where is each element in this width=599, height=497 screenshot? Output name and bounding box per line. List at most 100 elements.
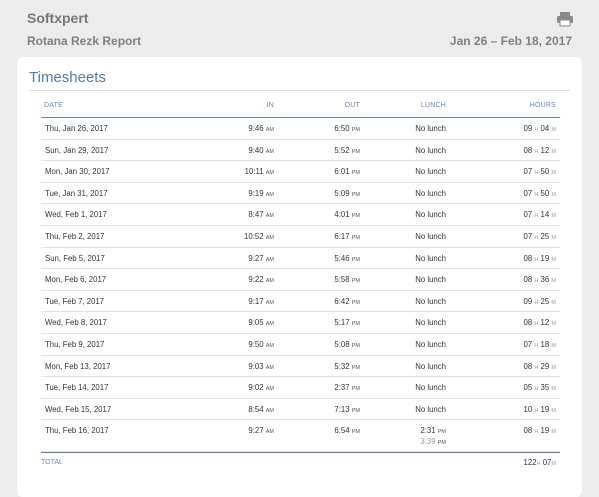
in-cell: 9:17 AM <box>248 297 274 306</box>
lunch-value: No lunch <box>415 275 446 285</box>
in-period: AM <box>265 148 274 155</box>
hours-value: 08 <box>523 318 533 328</box>
minutes-value: 14 <box>540 210 550 220</box>
lunch-cell: No lunch <box>415 340 446 349</box>
hours-cell: 08 H 12 M <box>524 146 556 155</box>
hours-value: 08 <box>523 426 533 436</box>
report-title: Rotana Rezk Report <box>27 34 142 48</box>
table-row: Tue, Feb 14, 2017 9:02 AM 2:37 PM No lunch 0… <box>41 377 560 399</box>
in-cell: 8:47 AM <box>248 210 274 219</box>
table-row: Tue, Feb 7, 2017 9:17 AM 6:42 PM No lunch 09… <box>41 291 560 313</box>
in-period: AM <box>265 256 274 263</box>
timesheet-rows: Thu, Jan 26, 2017 9:46 AM 6:50 PM No lunch 0… <box>41 118 560 453</box>
printer-icon[interactable] <box>556 11 574 27</box>
in-cell: 9:19 AM <box>248 189 274 198</box>
hours-unit: H <box>534 429 539 436</box>
table-row: Wed, Feb 15, 2017 8:54 AM 7:13 PM No lunch 1… <box>41 399 560 421</box>
in-cell: 9:46 AM <box>248 124 274 133</box>
in-cell: 9:03 AM <box>248 362 274 371</box>
hours-unit: H <box>534 148 539 155</box>
minutes-value: 35 <box>540 383 550 393</box>
hours-unit: H <box>534 407 539 414</box>
hours-value: 09 <box>523 296 533 306</box>
hours-unit: H <box>534 234 539 241</box>
minutes-value: 36 <box>540 275 550 285</box>
in-cell: 10:11 AM <box>245 167 274 176</box>
in-period: AM <box>265 364 274 371</box>
date-cell: Mon, Feb 6, 2017 <box>45 275 107 285</box>
date-cell: Tue, Jan 31, 2017 <box>45 188 108 198</box>
title-divider <box>29 90 570 91</box>
in-time: 9:27 <box>248 426 264 436</box>
in-cell: 9:22 AM <box>248 275 274 284</box>
hours-cell: 09 H 25 M <box>524 297 556 306</box>
total-label: TOTAL <box>41 459 63 466</box>
hours-value: 08 <box>523 253 533 263</box>
out-cell: 5:58 PM <box>334 275 360 284</box>
in-time: 9:03 <box>248 361 264 371</box>
minutes-unit: M <box>551 213 556 220</box>
out-time: 5:32 <box>334 361 350 371</box>
minutes-unit: M <box>551 234 556 241</box>
hours-cell: 07 H 50 M <box>524 189 556 198</box>
hours-value: 08 <box>523 145 533 155</box>
out-period: PM <box>351 386 360 393</box>
out-period: PM <box>351 191 360 198</box>
in-period: AM <box>265 407 274 414</box>
in-time: 9:17 <box>248 296 264 306</box>
lunch-value: No lunch <box>415 167 446 177</box>
hours-value: 09 <box>523 124 533 133</box>
lunch-value: No lunch <box>415 404 446 414</box>
in-cell: 9:27 AM <box>248 426 274 435</box>
lunch-period: PM <box>437 429 446 436</box>
in-cell: 9:05 AM <box>248 318 274 327</box>
date-cell: Thu, Feb 9, 2017 <box>45 339 105 349</box>
date-cell: Wed, Feb 8, 2017 <box>45 318 107 328</box>
hours-value: 08 <box>523 275 533 285</box>
table-row: Sun, Jan 29, 2017 9:40 AM 5:52 PM No lunch 0… <box>41 140 560 162</box>
date-cell: Tue, Feb 14, 2017 <box>45 383 109 393</box>
out-cell: 5:32 PM <box>334 362 360 371</box>
out-time: 5:52 <box>334 145 350 155</box>
hours-value: 08 <box>523 361 533 371</box>
date-cell: Wed, Feb 15, 2017 <box>45 404 112 414</box>
in-period: AM <box>265 191 274 198</box>
out-period: PM <box>351 127 360 133</box>
lunch-cell: No lunch <box>415 362 446 371</box>
minutes-value: 12 <box>540 318 550 328</box>
in-time: 9:05 <box>248 318 264 328</box>
hours-value: 07 <box>523 231 533 241</box>
minutes-unit: M <box>551 429 556 436</box>
hours-cell: 07 H 25 M <box>524 232 556 241</box>
lunch-value: No lunch <box>415 145 446 155</box>
date-cell: Sun, Feb 5, 2017 <box>45 253 105 263</box>
out-cell: 6:17 PM <box>334 232 360 241</box>
timesheets-card: Timesheets DATE IN OUT LUNCH HOURS Thu, … <box>17 57 582 497</box>
minutes-value: 18 <box>540 339 550 349</box>
out-time: 5:58 <box>334 275 350 285</box>
minutes-value: 25 <box>540 296 550 306</box>
minutes-unit: M <box>551 191 556 198</box>
lunch-value: 2:31 <box>420 426 436 436</box>
lunch-value: No lunch <box>415 124 446 133</box>
column-header-in: IN <box>266 102 274 109</box>
out-period: PM <box>351 256 360 263</box>
table-row: Sun, Feb 5, 2017 9:27 AM 5:46 PM No lunch 08… <box>41 248 560 270</box>
in-period: AM <box>265 386 274 393</box>
lunch-cell: No lunch <box>415 124 446 133</box>
out-cell: 7:13 PM <box>334 405 360 414</box>
lunch-cell: No lunch <box>415 405 446 414</box>
out-cell: 5:52 PM <box>334 146 360 155</box>
total-hours-value: 122 <box>523 458 537 467</box>
out-cell: 2:37 PM <box>334 383 360 392</box>
in-period: AM <box>265 429 274 436</box>
minutes-unit: M <box>551 256 556 263</box>
out-time: 4:01 <box>334 210 350 220</box>
minutes-unit: M <box>551 364 556 371</box>
in-cell: 9:27 AM <box>248 254 274 263</box>
out-period: PM <box>351 170 360 177</box>
out-period: PM <box>351 429 360 436</box>
out-period: PM <box>351 342 360 349</box>
table-row: Thu, Jan 26, 2017 9:46 AM 6:50 PM No lunch 0… <box>41 118 560 140</box>
in-cell: 9:02 AM <box>248 383 274 392</box>
